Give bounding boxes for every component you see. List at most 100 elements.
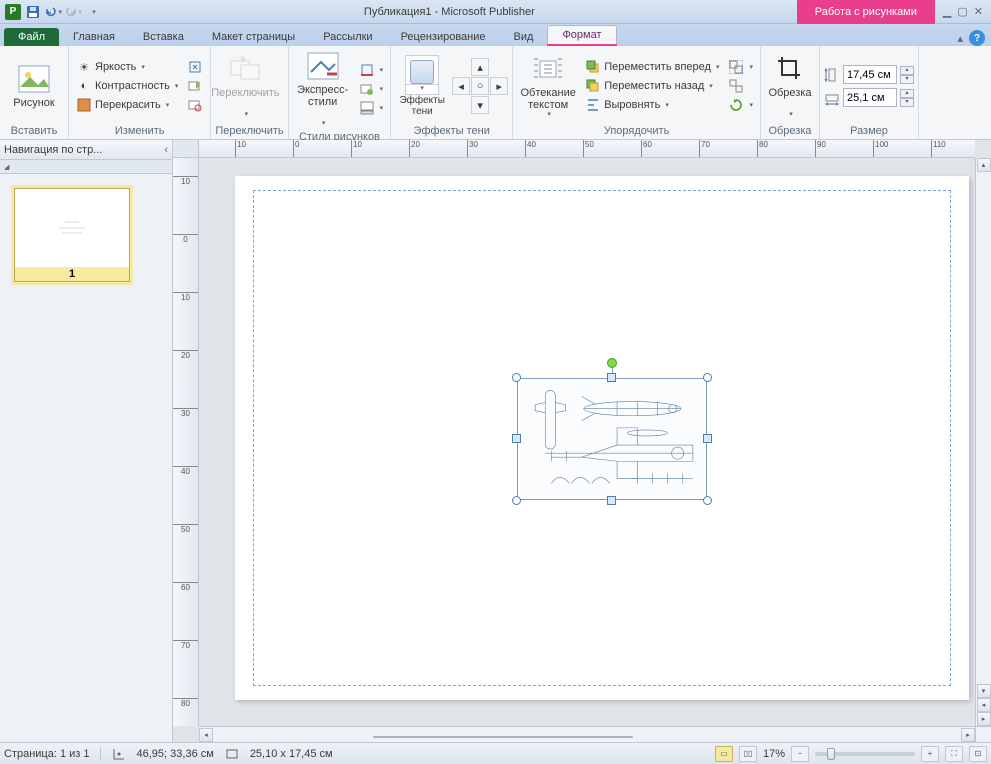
height-field[interactable]	[843, 65, 897, 84]
crop-button[interactable]: Обрезка▾	[765, 51, 815, 121]
bring-forward-button[interactable]: Переместить вперед▾	[582, 58, 722, 76]
help-icon[interactable]: ?	[969, 30, 985, 46]
send-backward-button[interactable]: Переместить назад▾	[582, 77, 722, 95]
qat-customize[interactable]: ▾	[84, 3, 102, 21]
two-page-view[interactable]: ▯▯	[739, 746, 757, 762]
vertical-scrollbar[interactable]: ▴ ▾ ◂ ▸	[975, 158, 991, 726]
save-button[interactable]	[24, 3, 42, 21]
prev-page[interactable]: ◂	[977, 698, 991, 712]
wrap-text-button[interactable]: Обтекание текстом▾	[517, 51, 579, 121]
zoom-in-button[interactable]: +	[921, 746, 939, 762]
minimize-ribbon-icon[interactable]: ▴	[957, 32, 963, 45]
caption-button[interactable]: ▾	[356, 99, 387, 117]
scroll-thumb[interactable]	[373, 736, 633, 738]
nudge-center[interactable]: ○	[471, 77, 489, 95]
handle-e[interactable]	[703, 434, 712, 443]
publication-page[interactable]	[235, 176, 969, 700]
nudge-left[interactable]: ◂	[452, 77, 470, 95]
tab-view[interactable]: Вид	[500, 28, 548, 46]
width-up[interactable]: ▴	[900, 89, 914, 98]
page-thumbnail[interactable]: 1	[14, 188, 130, 282]
height-input[interactable]: ▴▾	[824, 65, 914, 84]
handle-nw[interactable]	[512, 373, 521, 382]
shape-button[interactable]: ▾	[356, 80, 387, 98]
picture-button[interactable]: Рисунок	[4, 61, 64, 111]
horizontal-scrollbar[interactable]: ◂ ▸	[199, 726, 975, 742]
swap-button: Переключить▾	[215, 51, 275, 121]
ribbon-tabs: Файл Главная Вставка Макет страницы Расс…	[0, 24, 991, 46]
group-button[interactable]: ▾	[725, 58, 756, 76]
nudge-up[interactable]: ▴	[471, 58, 489, 76]
forward-icon	[585, 59, 601, 75]
tab-insert[interactable]: Вставка	[129, 28, 198, 46]
height-icon	[824, 67, 840, 83]
zoom-knob[interactable]	[827, 748, 835, 760]
scroll-up[interactable]: ▴	[977, 158, 991, 172]
picture-content	[521, 382, 703, 496]
width-down[interactable]: ▾	[900, 98, 914, 107]
align-button[interactable]: Выровнять▾	[582, 96, 722, 114]
nudge-down[interactable]: ▾	[471, 96, 489, 114]
rotation-handle[interactable]	[607, 358, 617, 368]
zoom-slider[interactable]	[815, 752, 915, 756]
handle-w[interactable]	[512, 434, 521, 443]
collapse-pane-icon[interactable]: ‹	[164, 144, 168, 156]
handle-sw[interactable]	[512, 496, 521, 505]
ungroup-button[interactable]	[725, 77, 756, 95]
reset-button[interactable]	[184, 96, 206, 114]
handle-se[interactable]	[703, 496, 712, 505]
status-page[interactable]: Страница: 1 из 1	[4, 748, 90, 760]
change-button[interactable]	[184, 77, 206, 95]
rotate-button[interactable]: ▾	[725, 96, 756, 114]
viewport[interactable]	[199, 158, 975, 726]
ruler-corner[interactable]	[173, 140, 199, 158]
zoom-level[interactable]: 17%	[763, 748, 785, 760]
width-input[interactable]: ▴▾	[824, 88, 914, 107]
shadow-effects-button[interactable]: ▾ Эффекты тени	[395, 53, 449, 119]
border-button[interactable]: ▾	[356, 61, 387, 79]
width-icon	[824, 90, 840, 106]
shadow-gallery[interactable]: ▾	[405, 55, 439, 95]
group-adjust: ☀Яркость▾ ◐Контрастность▾ Перекрасить▾ И…	[69, 46, 211, 139]
width-field[interactable]	[843, 88, 897, 107]
single-page-view[interactable]: ▭	[715, 746, 733, 762]
tab-format[interactable]: Формат	[547, 25, 616, 44]
contrast-button[interactable]: ◐Контрастность▾	[73, 77, 181, 95]
align-icon	[585, 97, 601, 113]
scroll-right[interactable]: ▸	[961, 728, 975, 742]
tab-home[interactable]: Главная	[59, 28, 129, 46]
tab-file[interactable]: Файл	[4, 28, 59, 46]
brightness-button[interactable]: ☀Яркость▾	[73, 58, 181, 76]
zoom-out-button[interactable]: −	[791, 746, 809, 762]
tab-review[interactable]: Рецензирование	[387, 28, 500, 46]
handle-ne[interactable]	[703, 373, 712, 382]
redo-button[interactable]: ▾	[64, 3, 82, 21]
app-icon[interactable]: P	[4, 3, 22, 21]
height-up[interactable]: ▴	[900, 66, 914, 75]
next-page[interactable]: ▸	[977, 712, 991, 726]
vertical-ruler[interactable]: 1001020304050607080	[173, 158, 199, 726]
show-page-button[interactable]: ⊡	[969, 746, 987, 762]
ungroup-icon	[728, 78, 744, 94]
handle-n[interactable]	[607, 373, 616, 382]
scroll-down[interactable]: ▾	[977, 684, 991, 698]
change-icon	[187, 78, 203, 94]
workspace: Навигация по стр... ‹ ◢ 1 10010203040506…	[0, 140, 991, 742]
close-icon[interactable]: ✕	[974, 5, 983, 18]
tab-page-design[interactable]: Макет страницы	[198, 28, 309, 46]
selected-picture[interactable]	[517, 378, 707, 500]
recolor-button[interactable]: Перекрасить▾	[73, 96, 181, 114]
nudge-right[interactable]: ▸	[490, 77, 508, 95]
minimize-icon[interactable]: ▁	[943, 5, 951, 18]
maximize-icon[interactable]: ▢	[957, 5, 967, 18]
undo-button[interactable]: ▾	[44, 3, 62, 21]
height-down[interactable]: ▾	[900, 75, 914, 84]
whole-page-button[interactable]: ⛶	[945, 746, 963, 762]
horizontal-ruler[interactable]: 100102030405060708090100110120	[199, 140, 975, 158]
backward-icon	[585, 78, 601, 94]
compress-button[interactable]	[184, 58, 206, 76]
tab-mailings[interactable]: Рассылки	[309, 28, 386, 46]
scroll-left[interactable]: ◂	[199, 728, 213, 742]
quick-styles-button[interactable]: Экспресс-стили▾	[293, 48, 353, 130]
handle-s[interactable]	[607, 496, 616, 505]
